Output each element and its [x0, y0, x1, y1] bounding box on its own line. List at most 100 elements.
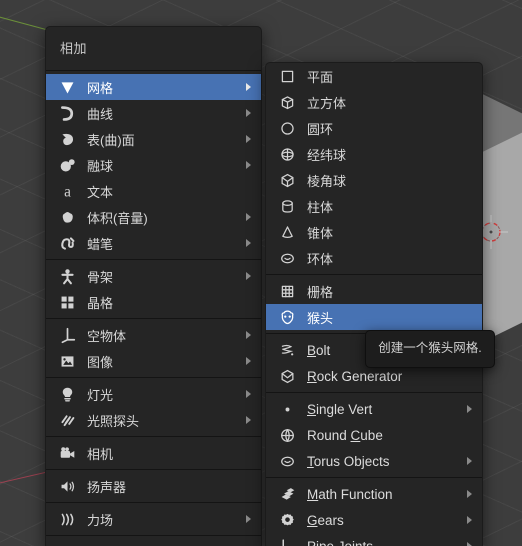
- menu-item-label: Rock Generator: [307, 368, 403, 384]
- add-menu-panel[interactable]: 相加 网格 曲线 表(曲)面 融球 a 文本 体积(音量) 蜡笔 骨架 晶格 空物体 图像 灯光 光照探头…: [45, 26, 262, 546]
- volume-icon: [57, 208, 78, 226]
- menu-item-label: 圆环: [307, 121, 334, 137]
- tooltip-text: 创建一个猴头网格.: [378, 341, 482, 355]
- rock-icon: [277, 367, 298, 385]
- menu-item-armature[interactable]: 骨架: [46, 263, 261, 289]
- menu-item-lattice[interactable]: 晶格: [46, 289, 261, 315]
- menu-item-label: 环体: [307, 251, 334, 267]
- menu-item-mesh[interactable]: 网格: [46, 74, 261, 100]
- submenu-arrow-icon: [246, 272, 253, 280]
- submenu-arrow-icon: [467, 457, 474, 465]
- submenu-arrow-icon: [246, 515, 253, 523]
- menu-item-metaball[interactable]: 融球: [46, 152, 261, 178]
- menu-item-label: 经纬球: [307, 147, 347, 163]
- menu-item-label: 文本: [87, 184, 114, 200]
- menu-item-ico-sphere[interactable]: 棱角球: [266, 167, 482, 193]
- menu-item-collection-instance[interactable]: 集合实例: [46, 539, 261, 546]
- menu-item-volume[interactable]: 体积(音量): [46, 204, 261, 230]
- menu-separator: [46, 469, 261, 470]
- menu-item-label: 曲线: [87, 106, 114, 122]
- menu-item-grease-pencil[interactable]: 蜡笔: [46, 230, 261, 256]
- menu-item-camera[interactable]: 相机: [46, 440, 261, 466]
- submenu-arrow-icon: [246, 135, 253, 143]
- monkey-icon: [277, 308, 298, 326]
- menu-item-cylinder[interactable]: 柱体: [266, 193, 482, 219]
- menu-item-torus-objects[interactable]: Torus Objects: [266, 448, 482, 474]
- cylinder-icon: [277, 197, 298, 215]
- menu-item-image[interactable]: 图像: [46, 348, 261, 374]
- menu-item-force-field[interactable]: 力场: [46, 506, 261, 532]
- menu-item-label: 柱体: [307, 199, 334, 215]
- menu-separator: [46, 502, 261, 503]
- submenu-arrow-icon: [467, 516, 474, 524]
- armature-icon: [57, 267, 78, 285]
- menu-item-curve[interactable]: 曲线: [46, 100, 261, 126]
- menu-item-label: 体积(音量): [87, 210, 148, 226]
- surface-icon: [57, 130, 78, 148]
- menu-item-gears[interactable]: Gears: [266, 507, 482, 533]
- menu-item-uv-sphere[interactable]: 经纬球: [266, 141, 482, 167]
- menu-separator: [266, 392, 482, 393]
- menu-item-label: Pipe Joints: [307, 538, 374, 546]
- plane-icon: [277, 67, 298, 85]
- menu-item-round-cube[interactable]: Round Cube: [266, 422, 482, 448]
- submenu-arrow-icon: [246, 416, 253, 424]
- light-icon: [57, 385, 78, 403]
- menu-item-monkey[interactable]: 猴头: [266, 304, 482, 330]
- menu-item-single-vert[interactable]: Single Vert: [266, 396, 482, 422]
- menu-item-grid[interactable]: 栅格: [266, 278, 482, 304]
- svg-text:a: a: [64, 183, 71, 200]
- menu-item-label: 网格: [87, 80, 114, 96]
- submenu-arrow-icon: [246, 390, 253, 398]
- menu-item-math-function[interactable]: Math Function: [266, 481, 482, 507]
- menu-separator: [266, 477, 482, 478]
- tooltip: 创建一个猴头网格.: [365, 330, 495, 369]
- mesh-icon: [57, 78, 78, 96]
- menu-item-plane[interactable]: 平面: [266, 63, 482, 89]
- menu-item-label: 空物体: [87, 328, 127, 344]
- menu-item-label: 蜡笔: [87, 236, 114, 252]
- speaker-icon: [57, 477, 78, 495]
- menu-item-label: 骨架: [87, 269, 114, 285]
- menu-item-label: 晶格: [87, 295, 114, 311]
- submenu-arrow-icon: [246, 161, 253, 169]
- mesh-submenu-panel[interactable]: 平面 立方体 圆环 经纬球 棱角球 柱体 锥体 环体 栅格 猴头 Bolt Rock Generato…: [265, 62, 483, 546]
- menu-item-speaker[interactable]: 扬声器: [46, 473, 261, 499]
- menu-item-label: 集合实例: [87, 543, 240, 546]
- uv-sphere-icon: [277, 145, 298, 163]
- menu-item-light[interactable]: 灯光: [46, 381, 261, 407]
- menu-item-label: 图像: [87, 354, 114, 370]
- menu-item-torus[interactable]: 环体: [266, 245, 482, 271]
- menu-item-cube[interactable]: 立方体: [266, 89, 482, 115]
- empty-icon: [57, 326, 78, 344]
- menu-item-light-probe[interactable]: 光照探头: [46, 407, 261, 433]
- menu-separator: [46, 377, 261, 378]
- menu-item-cone[interactable]: 锥体: [266, 219, 482, 245]
- light-probe-icon: [57, 411, 78, 429]
- menu-item-label: 锥体: [307, 225, 334, 241]
- menu-item-circle[interactable]: 圆环: [266, 115, 482, 141]
- menu-item-label: 力场: [87, 512, 114, 528]
- menu-item-label: 棱角球: [307, 173, 347, 189]
- curve-icon: [57, 104, 78, 122]
- menu-item-label: 立方体: [307, 95, 347, 111]
- submenu-arrow-icon: [246, 213, 253, 221]
- menu-item-label: Math Function: [307, 486, 393, 502]
- menu-item-empty[interactable]: 空物体: [46, 322, 261, 348]
- menu-item-surface[interactable]: 表(曲)面: [46, 126, 261, 152]
- menu-item-label: 表(曲)面: [87, 132, 135, 148]
- menu-separator: [46, 259, 261, 260]
- menu-item-text[interactable]: a 文本: [46, 178, 261, 204]
- pipe-joints-icon: [277, 537, 298, 546]
- menu-item-label: Single Vert: [307, 401, 373, 417]
- bolt-icon: [277, 341, 298, 359]
- menu-item-pipe-joints[interactable]: Pipe Joints: [266, 533, 482, 546]
- text-icon: a: [57, 182, 78, 200]
- torus-icon: [277, 249, 298, 267]
- menu-item-label: 扬声器: [87, 479, 127, 495]
- grease-pencil-icon: [57, 234, 78, 252]
- math-function-icon: [277, 485, 298, 503]
- single-vert-icon: [277, 400, 298, 418]
- menu-item-label: Torus Objects: [307, 453, 390, 469]
- menu-item-label: 平面: [307, 69, 334, 85]
